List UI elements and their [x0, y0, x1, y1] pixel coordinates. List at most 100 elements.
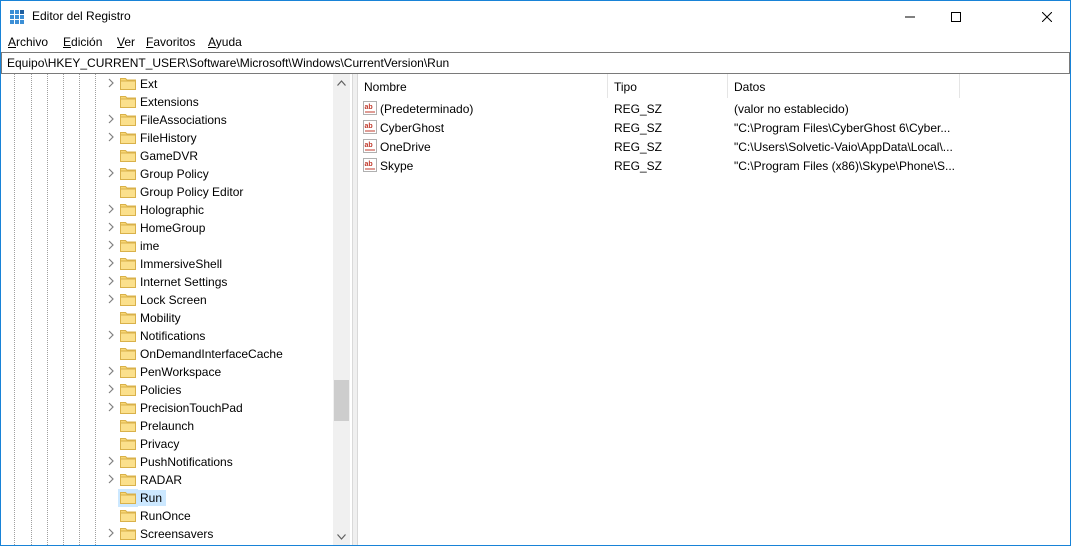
folder-icon	[120, 186, 136, 198]
folder-icon	[120, 222, 136, 234]
chevron-right-icon[interactable]	[107, 132, 115, 142]
chevron-right-icon[interactable]	[107, 222, 115, 232]
folder-icon	[120, 240, 136, 252]
chevron-right-icon[interactable]	[107, 402, 115, 412]
tree-item-label: Notifications	[140, 329, 206, 343]
tree-item[interactable]: RADAR	[2, 471, 333, 489]
tree-item[interactable]: Privacy	[2, 435, 333, 453]
chevron-right-icon[interactable]	[107, 366, 115, 376]
scroll-up-button[interactable]	[333, 74, 350, 91]
tree-item[interactable]: Run	[2, 489, 333, 507]
value-row[interactable]: ab (Predeterminado) REG_SZ (valor no establ…	[358, 99, 1069, 118]
tree-scrollbar[interactable]	[333, 74, 350, 545]
chevron-right-icon[interactable]	[107, 528, 115, 538]
tree-item[interactable]: PenWorkspace	[2, 363, 333, 381]
chevron-right-icon[interactable]	[107, 78, 115, 88]
tree-item-label: Ext	[140, 77, 158, 91]
scroll-down-button[interactable]	[333, 528, 350, 545]
minimize-button[interactable]	[887, 1, 933, 32]
value-row[interactable]: ab Skype REG_SZ "C:\Program Files (x86)\Sky…	[358, 156, 1069, 175]
folder-icon	[120, 204, 136, 216]
value-name: CyberGhost	[380, 121, 445, 135]
tree-item[interactable]: OnDemandInterfaceCache	[2, 345, 333, 363]
chevron-right-icon[interactable]	[107, 474, 115, 484]
folder-icon	[120, 132, 136, 144]
tree-item[interactable]: Policies	[2, 381, 333, 399]
tree-item-label: Run	[135, 490, 167, 506]
chevron-right-icon[interactable]	[107, 384, 115, 394]
menu-archivo[interactable]: Archivo	[8, 35, 48, 49]
value-row[interactable]: ab OneDrive REG_SZ "C:\Users\Solvetic-Vaio\…	[358, 137, 1069, 156]
key-tree[interactable]: Ext Extensions FileAssociations FileHistory…	[2, 74, 351, 545]
maximize-button[interactable]	[933, 1, 979, 32]
tree-item[interactable]: Screensavers	[2, 525, 333, 543]
tree-item[interactable]: Group Policy	[2, 165, 333, 183]
chevron-right-icon[interactable]	[107, 168, 115, 178]
folder-icon	[120, 402, 136, 414]
menu-favoritos[interactable]: Favoritos	[146, 35, 195, 49]
menu-ver[interactable]: Ver	[117, 35, 135, 49]
minimize-icon	[905, 16, 915, 17]
registry-editor-window: Editor del Registro Archivo Edición Ver …	[0, 0, 1071, 546]
tree-item[interactable]: FileAssociations	[2, 111, 333, 129]
tree-item[interactable]: HomeGroup	[2, 219, 333, 237]
folder-icon	[120, 330, 136, 342]
scroll-thumb[interactable]	[334, 380, 349, 421]
menu-mnemonic: E	[63, 35, 72, 49]
menu-label: rchivo	[16, 35, 49, 49]
menu-label: yuda	[215, 35, 242, 49]
tree-item-label: Screensavers	[140, 527, 214, 541]
chevron-down-icon	[337, 533, 346, 540]
tree-item[interactable]: PrecisionTouchPad	[2, 399, 333, 417]
column-header-type[interactable]: Tipo	[608, 74, 728, 98]
folder-icon	[120, 258, 136, 270]
menu-edicion[interactable]: Edición	[63, 35, 102, 49]
chevron-right-icon[interactable]	[107, 294, 115, 304]
tree-item[interactable]: Holographic	[2, 201, 333, 219]
tree-item[interactable]: GameDVR	[2, 147, 333, 165]
folder-icon	[120, 474, 136, 486]
tree-item-label: GameDVR	[140, 149, 199, 163]
value-row[interactable]: ab CyberGhost REG_SZ "C:\Program Files\Cybe…	[358, 118, 1069, 137]
chevron-right-icon[interactable]	[107, 330, 115, 340]
chevron-right-icon[interactable]	[107, 276, 115, 286]
string-value-icon: ab	[363, 101, 377, 115]
menu-bar: Archivo Edición Ver Favoritos Ayuda	[1, 32, 1070, 52]
tree-item[interactable]: Internet Settings	[2, 273, 333, 291]
tree-item[interactable]: ImmersiveShell	[2, 255, 333, 273]
values-list[interactable]: Nombre Tipo Datos ab (Predeterminado) REG_…	[358, 74, 1069, 545]
chevron-right-icon[interactable]	[107, 456, 115, 466]
tree-item-label: Privacy	[140, 437, 180, 451]
tree-item-label: Internet Settings	[140, 275, 228, 289]
tree-item[interactable]: PushNotifications	[2, 453, 333, 471]
tree-item[interactable]: Lock Screen	[2, 291, 333, 309]
tree-item-label: Mobility	[140, 311, 181, 325]
value-name: (Predeterminado)	[380, 102, 474, 116]
tree-item[interactable]: Notifications	[2, 327, 333, 345]
close-button[interactable]	[1024, 1, 1070, 32]
chevron-right-icon[interactable]	[107, 258, 115, 268]
tree-item[interactable]: Mobility	[2, 309, 333, 327]
tree-item-label: Prelaunch	[140, 419, 195, 433]
tree-item-label: RunOnce	[140, 509, 191, 523]
tree-item[interactable]: ime	[2, 237, 333, 255]
string-value-icon: ab	[363, 158, 377, 172]
tree-item-label: Holographic	[140, 203, 205, 217]
address-bar[interactable]: Equipo\HKEY_CURRENT_USER\Software\Micros…	[1, 52, 1070, 74]
tree-item[interactable]: Group Policy Editor	[2, 183, 333, 201]
menu-ayuda[interactable]: Ayuda	[208, 35, 242, 49]
tree-item[interactable]: FileHistory	[2, 129, 333, 147]
tree-item[interactable]: Ext	[2, 75, 333, 93]
chevron-right-icon[interactable]	[107, 204, 115, 214]
chevron-right-icon[interactable]	[107, 240, 115, 250]
tree-item-label: RADAR	[140, 473, 183, 487]
tree-item[interactable]: RunOnce	[2, 507, 333, 525]
menu-mnemonic: A	[208, 35, 216, 49]
tree-item[interactable]: Extensions	[2, 93, 333, 111]
column-header-data[interactable]: Datos	[728, 74, 960, 98]
column-header-name[interactable]: Nombre	[358, 74, 608, 98]
tree-item[interactable]: Prelaunch	[2, 417, 333, 435]
value-name: OneDrive	[380, 140, 431, 154]
folder-icon	[120, 78, 136, 90]
chevron-right-icon[interactable]	[107, 114, 115, 124]
